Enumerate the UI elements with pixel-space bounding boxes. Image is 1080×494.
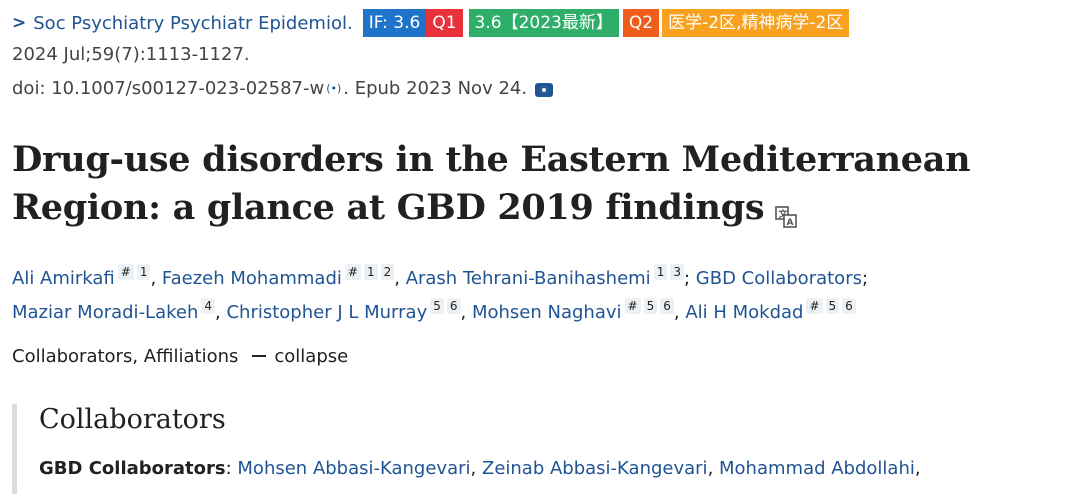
affiliation-marker[interactable]: 3	[670, 264, 684, 280]
affiliation-marker[interactable]: 2	[380, 264, 395, 280]
toggle-label: Collaborators, Affiliations	[12, 346, 239, 367]
collaborators-list: GBD Collaborators: Mohsen Abbasi-Kangeva…	[39, 458, 921, 479]
minus-icon	[252, 355, 267, 357]
collaborator-group-name: GBD Collaborators	[39, 458, 226, 479]
affiliation-marker[interactable]: 6	[842, 298, 856, 314]
author-link[interactable]: Mohsen Naghavi	[472, 302, 622, 323]
translate-icon[interactable]: 文A	[774, 194, 798, 228]
author-link[interactable]: Ali H Mokdad	[685, 302, 803, 323]
jcr-quartile-badge: Q1	[426, 9, 463, 37]
affiliation-marker[interactable]: 6	[446, 298, 461, 314]
author-link[interactable]: Arash Tehrani-Banihashemi	[406, 268, 651, 289]
affiliation-marker[interactable]: 1	[363, 264, 378, 280]
author-separator: ,	[215, 302, 227, 323]
title-line-2: Region: a glance at GBD 2019 findings	[12, 187, 765, 228]
author-separator: ,	[673, 302, 686, 323]
author-separator: ;	[861, 268, 869, 289]
epub-text: . Epub 2023 Nov 24.	[343, 78, 528, 99]
cas-quartile-badge: Q2	[622, 9, 660, 37]
author-link[interactable]: Christopher J L Murray	[226, 302, 427, 323]
author-separator: ,	[460, 302, 472, 323]
toggle-action[interactable]: collapse	[274, 346, 348, 367]
broadcast-icon[interactable]: (•)	[326, 82, 341, 95]
article-title: Drug-use disorders in the Eastern Medite…	[12, 136, 1012, 232]
doi-text[interactable]: doi: 10.1007/s00127-023-02587-w	[12, 78, 324, 99]
affiliation-marker[interactable]: 5	[643, 298, 658, 314]
collaborator-link[interactable]: Mohsen Abbasi-Kangevari	[237, 458, 470, 479]
author-list: Ali Amirkafi #1, Faezeh Mohammadi #1 2, Ara…	[12, 262, 1032, 330]
collaborators-section: Collaborators GBD Collaborators: Mohsen …	[12, 404, 1077, 494]
camera-icon[interactable]	[535, 82, 554, 97]
title-line-1: Drug-use disorders in the Eastern Medite…	[12, 139, 971, 180]
affiliation-marker[interactable]: 1	[136, 264, 151, 280]
author-separator: ,	[150, 268, 162, 289]
collaborator-link[interactable]: Zeinab Abbasi-Kangevari	[482, 458, 708, 479]
citation-doi-line: doi: 10.1007/s00127-023-02587-w (•) . Ep…	[12, 78, 554, 99]
journal-line: > Soc Psychiatry Psychiatr Epidemiol. IF…	[12, 8, 850, 38]
affiliation-marker[interactable]: 5	[430, 298, 444, 314]
collaborator-link[interactable]: Mohammad Abdollahi	[719, 458, 915, 479]
cas-category-badge: 医学-2区,精神病学-2区	[662, 9, 850, 37]
affiliation-marker[interactable]: 5	[825, 298, 840, 314]
svg-text:A: A	[787, 218, 794, 228]
author-link[interactable]: Maziar Moradi-Lakeh	[12, 302, 198, 323]
affiliation-marker[interactable]: 6	[660, 298, 674, 314]
affiliation-marker[interactable]: #	[344, 264, 361, 280]
author-link[interactable]: Ali Amirkafi	[12, 268, 115, 289]
journal-link[interactable]: Soc Psychiatry Psychiatr Epidemiol.	[33, 13, 352, 34]
author-link[interactable]: Faezeh Mohammadi	[162, 268, 342, 289]
impact-factor-badge: IF: 3.6	[362, 9, 427, 37]
author-separator: ,	[394, 268, 406, 289]
affiliation-marker[interactable]: #	[117, 264, 134, 280]
author-link[interactable]: GBD Collaborators	[696, 268, 862, 289]
affiliation-marker[interactable]: 1	[653, 264, 668, 280]
author-separator: ;	[683, 268, 696, 289]
collaborators-heading: Collaborators	[39, 404, 226, 435]
affiliation-marker[interactable]: #	[806, 298, 823, 314]
cas-if-badge: 3.6【2023最新】	[468, 9, 619, 37]
citation-volume: 2024 Jul;59(7):1113-1127.	[12, 44, 250, 65]
chevron-right-icon: >	[12, 13, 27, 33]
affiliation-marker[interactable]: 4	[201, 298, 216, 314]
affiliation-marker[interactable]: #	[624, 298, 641, 314]
collaborators-affiliations-toggle[interactable]: Collaborators, Affiliations collapse	[12, 346, 348, 367]
